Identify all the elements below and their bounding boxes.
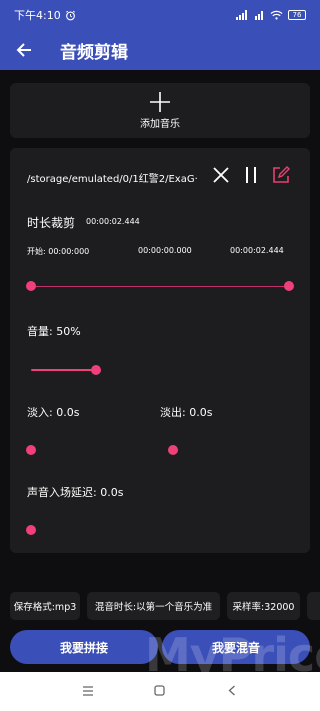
volume-label: 音量: 50% [27,325,81,338]
system-nav-bar [0,672,320,711]
pause-icon[interactable] [243,166,259,184]
home-icon[interactable] [154,685,165,696]
status-time: 下午4:10 [14,9,61,22]
fade-in-label: 淡入: 0.0s [27,406,80,419]
back-nav-icon[interactable] [228,685,236,696]
mix-duration-chip[interactable]: 混音时长:以第一个音乐为准 [87,592,220,620]
status-bar: 下午4:10 76 [0,0,320,30]
mix-button[interactable]: 我要混音 [162,630,310,664]
alarm-icon [65,10,75,20]
menu-icon[interactable] [82,686,94,696]
signal-icon [236,10,247,20]
file-path: /storage/emulated/0/1红警2/ExaG··· [27,174,197,185]
volume-slider-handle[interactable] [91,365,101,375]
trim-mid-time: 00:00:00.000 [138,246,192,255]
trim-start-time: 开始: 00:00:000 [27,247,90,256]
trim-end-handle[interactable] [284,281,294,291]
add-music-label: 添加音乐 [140,118,180,130]
trim-start-handle[interactable] [26,281,36,291]
page-title: 音频剪辑 [60,42,128,63]
trim-duration: 00:00:02.444 [86,217,140,226]
trim-end-time: 00:00:02.444 [230,246,284,255]
wifi-icon [270,10,283,20]
app-bar: 音频剪辑 [0,30,320,70]
save-format-chip[interactable]: 保存格式:mp3 [10,592,80,620]
close-icon[interactable] [213,167,229,183]
edit-icon[interactable] [272,166,290,184]
plus-icon [150,91,170,112]
status-time-group: 下午4:10 [14,7,76,23]
trim-range-track[interactable] [31,286,289,287]
signal-icon-2 [255,11,263,20]
battery-icon: 76 [288,10,306,20]
sample-rate-chip[interactable]: 采样率:32000 [227,592,300,620]
fade-out-label: 淡出: 0.0s [160,406,213,419]
volume-slider-fill [31,369,96,371]
fade-out-slider-handle[interactable] [168,445,178,455]
add-music-button[interactable]: 添加音乐 [10,83,310,138]
back-arrow-icon [16,43,31,57]
delay-slider-handle[interactable] [26,525,36,535]
more-chip[interactable] [307,592,320,620]
fade-in-slider-handle[interactable] [26,445,36,455]
trim-label: 时长裁剪 [27,216,76,230]
status-icons: 76 [236,10,306,20]
battery-level: 76 [292,11,302,19]
concat-button[interactable]: 我要拼接 [10,630,158,664]
delay-label: 声音入场延迟: 0.0s [27,486,124,499]
back-button[interactable] [12,38,36,62]
options-row: 保存格式:mp3 混音时长:以第一个音乐为准 采样率:32000 [0,592,320,620]
track-card: /storage/emulated/0/1红警2/ExaG··· 时长裁剪 00… [10,148,310,553]
